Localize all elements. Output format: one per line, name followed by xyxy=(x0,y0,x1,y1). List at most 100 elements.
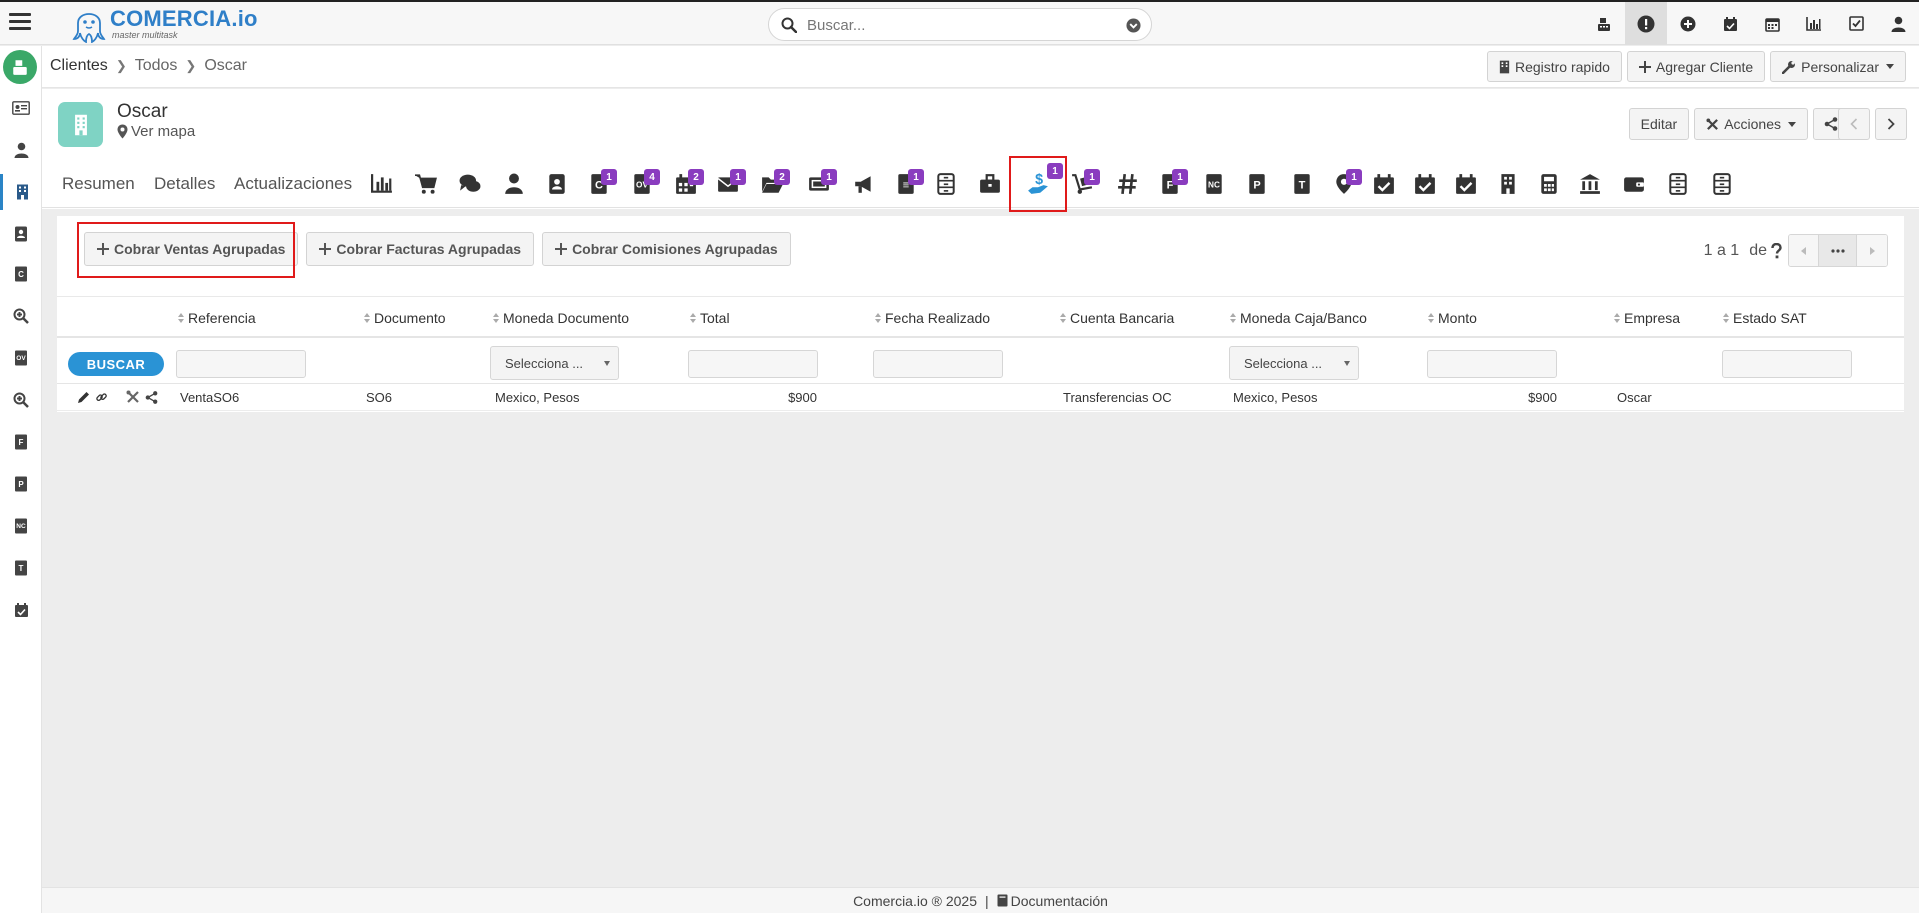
col-monto[interactable]: Monto xyxy=(1428,310,1477,326)
tab-envelope-icon[interactable]: 1 xyxy=(708,164,748,204)
col-referencia[interactable]: Referencia xyxy=(178,310,256,326)
tab-briefcase-icon[interactable] xyxy=(970,164,1010,204)
breadcrumb-todos[interactable]: Todos xyxy=(135,57,178,75)
c-document-icon[interactable]: C xyxy=(0,256,42,292)
filter-estado-sat-input[interactable] xyxy=(1722,350,1852,378)
chevron-down-circle-icon[interactable] xyxy=(1126,18,1141,33)
calendar-icon[interactable] xyxy=(1751,2,1793,45)
tab-hashtag-icon[interactable] xyxy=(1108,164,1148,204)
actions-button[interactable]: Acciones xyxy=(1694,108,1808,140)
filter-total-input[interactable] xyxy=(688,350,818,378)
previous-record-button[interactable] xyxy=(1838,108,1870,140)
home-cash-register-icon[interactable] xyxy=(3,50,37,84)
pencil-icon[interactable] xyxy=(77,391,90,404)
tab-t-document-icon[interactable]: T xyxy=(1282,164,1322,204)
tab-ov-document-icon[interactable]: OV 4 xyxy=(622,164,662,204)
building-icon[interactable] xyxy=(0,174,42,210)
tab-cart-icon[interactable] xyxy=(406,164,446,204)
tab-cabinet-icon[interactable] xyxy=(1702,164,1742,204)
quick-register-button[interactable]: Registro rapido xyxy=(1486,51,1622,82)
tools-icon[interactable] xyxy=(126,390,140,404)
group-sales-button[interactable]: Cobrar Ventas Agrupadas xyxy=(84,232,299,266)
tab-hand-dollar-icon[interactable]: $1 xyxy=(1009,156,1067,212)
documentation-link[interactable]: Documentación xyxy=(997,893,1108,909)
alert-icon[interactable] xyxy=(1625,2,1667,45)
pager-next-button[interactable] xyxy=(1857,235,1887,266)
tab-f-document-icon[interactable]: F1 xyxy=(1150,164,1190,204)
col-estado-sat[interactable]: Estado SAT xyxy=(1723,310,1807,326)
col-cuenta-bancaria[interactable]: Cuenta Bancaria xyxy=(1060,310,1174,326)
menu-icon[interactable] xyxy=(9,13,31,33)
checkbox-icon[interactable] xyxy=(1835,2,1877,45)
next-record-button[interactable] xyxy=(1875,108,1907,140)
col-total[interactable]: Total xyxy=(690,310,730,326)
ov-document-icon[interactable]: OV xyxy=(0,340,42,376)
customize-button[interactable]: Personalizar xyxy=(1770,51,1906,82)
tab-nc-document-icon[interactable]: NC xyxy=(1194,164,1234,204)
col-moneda-documento[interactable]: Moneda Documento xyxy=(493,310,629,326)
pager-prev-button[interactable] xyxy=(1789,235,1819,266)
tab-resumen[interactable]: Resumen xyxy=(62,174,135,194)
tab-contact-book-icon[interactable] xyxy=(537,164,577,204)
t-document-icon[interactable]: T xyxy=(0,550,42,586)
tab-person-icon[interactable] xyxy=(494,164,534,204)
tab-calculator-icon[interactable] xyxy=(1529,164,1569,204)
tab-ticket-icon[interactable]: 1 xyxy=(799,164,839,204)
cash-register-icon[interactable] xyxy=(1583,2,1625,45)
group-commissions-button[interactable]: Cobrar Comisiones Agrupadas xyxy=(542,232,791,266)
tab-actualizaciones[interactable]: Actualizaciones xyxy=(234,174,352,194)
app-logo[interactable]: COMERCIA.io master multitask xyxy=(72,5,258,43)
col-fecha-realizado[interactable]: Fecha Realizado xyxy=(875,310,990,326)
edit-button[interactable]: Editar xyxy=(1628,108,1690,140)
filter-monto-input[interactable] xyxy=(1427,350,1557,378)
pager-more-button[interactable] xyxy=(1819,235,1857,266)
tab-document-icon[interactable]: ≡ 1 xyxy=(886,164,926,204)
tab-map-pin-icon[interactable]: 1 xyxy=(1324,164,1364,204)
col-documento[interactable]: Documento xyxy=(364,310,446,326)
tab-calendar-check-icon[interactable] xyxy=(1364,164,1404,204)
col-empresa[interactable]: Empresa xyxy=(1614,310,1680,326)
filter-fecha-input[interactable] xyxy=(873,350,1003,378)
tab-wallet-icon[interactable] xyxy=(1614,164,1654,204)
filter-referencia-input[interactable] xyxy=(176,350,306,378)
id-card-icon[interactable] xyxy=(0,90,42,126)
share-icon[interactable] xyxy=(145,390,158,404)
p-document-icon[interactable]: P xyxy=(0,466,42,502)
person-icon[interactable] xyxy=(0,132,42,168)
tab-folder-open-icon[interactable]: 2 xyxy=(752,164,792,204)
tab-calendar-check-icon[interactable] xyxy=(1405,164,1445,204)
user-icon[interactable] xyxy=(1877,2,1919,45)
tab-cabinet-icon[interactable] xyxy=(1658,164,1698,204)
view-map-link[interactable]: Ver mapa xyxy=(117,123,195,140)
tab-calendar-check-icon[interactable] xyxy=(1446,164,1486,204)
filter-moneda-documento-select[interactable]: Selecciona ... xyxy=(490,346,619,380)
search-button[interactable]: BUSCAR xyxy=(68,352,164,376)
tab-cabinet-icon[interactable] xyxy=(926,164,966,204)
cell-referencia[interactable]: VentaSO6 xyxy=(180,390,239,405)
tab-c-document-icon[interactable]: C1 xyxy=(579,164,619,204)
tab-bank-icon[interactable] xyxy=(1570,164,1610,204)
col-moneda-caja-banco[interactable]: Moneda Caja/Banco xyxy=(1230,310,1367,326)
filter-moneda-caja-select[interactable]: Selecciona ... xyxy=(1229,346,1359,380)
tab-bar-chart-icon[interactable] xyxy=(362,164,402,204)
tab-comments-icon[interactable] xyxy=(450,164,490,204)
contact-book-icon[interactable] xyxy=(0,216,42,252)
breadcrumb-clientes[interactable]: Clientes xyxy=(50,57,108,75)
plus-circle-icon[interactable] xyxy=(1667,2,1709,45)
tab-megaphone-icon[interactable] xyxy=(844,164,884,204)
calendar-check-icon[interactable] xyxy=(0,592,42,628)
link-icon[interactable] xyxy=(95,391,108,404)
tab-detalles[interactable]: Detalles xyxy=(154,174,215,194)
group-invoices-button[interactable]: Cobrar Facturas Agrupadas xyxy=(306,232,535,266)
tab-calendar-icon[interactable]: 2 xyxy=(666,164,706,204)
tab-building-icon[interactable] xyxy=(1488,164,1528,204)
search-zoom-icon[interactable] xyxy=(0,382,42,418)
search-zoom-icon[interactable] xyxy=(0,298,42,334)
add-client-button[interactable]: Agregar Cliente xyxy=(1626,51,1766,82)
search-input[interactable] xyxy=(807,15,1097,35)
bar-chart-icon[interactable] xyxy=(1793,2,1835,45)
question-icon[interactable] xyxy=(1771,242,1782,259)
f-document-icon[interactable]: F xyxy=(0,424,42,460)
calendar-check-icon[interactable] xyxy=(1709,2,1751,45)
nc-document-icon[interactable]: NC xyxy=(0,508,42,544)
